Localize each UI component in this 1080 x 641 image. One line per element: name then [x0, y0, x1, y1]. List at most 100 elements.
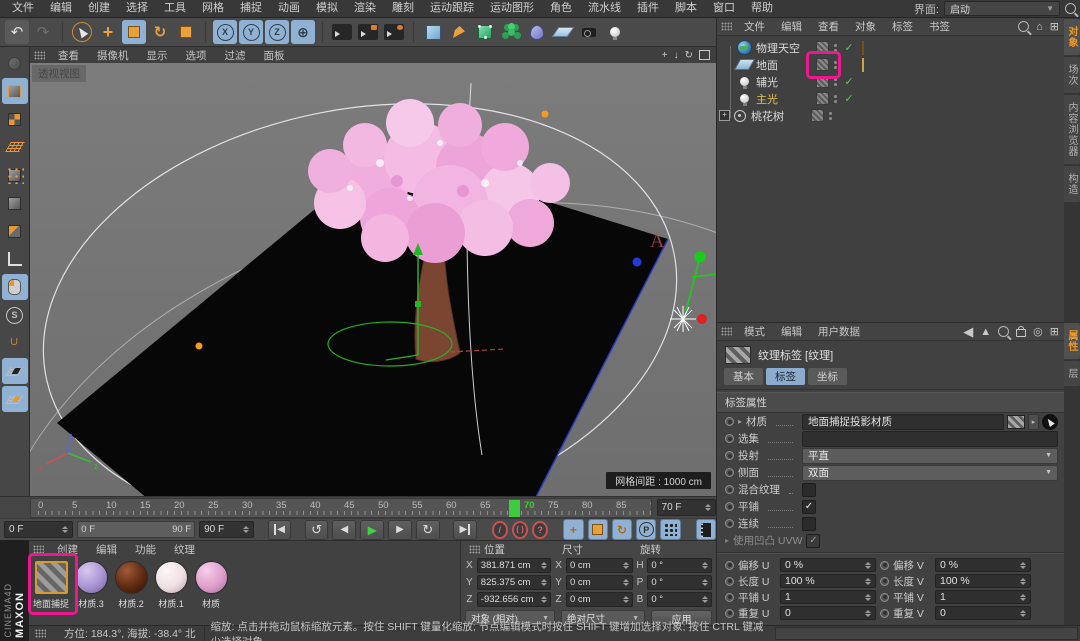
rotate-tool[interactable]: ↻ — [148, 20, 172, 44]
keyframe-radio-icon[interactable] — [880, 609, 889, 618]
panel-grip[interactable] — [35, 629, 46, 638]
add-camera-button[interactable] — [577, 20, 601, 44]
points-mode-button[interactable] — [2, 162, 28, 188]
keyframe-radio-icon[interactable] — [880, 593, 889, 602]
parent-up-icon[interactable]: ▲ — [980, 326, 991, 338]
visibility-dots-icon[interactable] — [834, 44, 837, 52]
tag-properties-section-header[interactable]: 标签属性 — [717, 392, 1064, 413]
object-row-physical-sky[interactable]: 物理天空 ✓ — [717, 39, 1064, 56]
om-menu-tags[interactable]: 标签 — [884, 19, 921, 34]
record-pla-toggle[interactable] — [660, 519, 680, 540]
material-menu-texture[interactable]: 纹理 — [165, 542, 204, 557]
add-generator-button[interactable] — [473, 20, 497, 44]
viewport-dolly-icon[interactable]: ↓ — [674, 50, 679, 61]
current-frame-field[interactable]: 70 F — [657, 499, 716, 516]
layer-square-icon[interactable] — [816, 58, 829, 71]
enabled-check-icon[interactable]: ✓ — [843, 75, 855, 88]
viewport-menu-panel[interactable]: 面板 — [255, 48, 294, 63]
end-frame-field[interactable]: 90 F — [199, 521, 254, 538]
length-u-field[interactable]: 100 % — [780, 574, 876, 588]
panel-grip[interactable] — [721, 22, 732, 31]
view-label[interactable]: 透视视图 — [32, 65, 86, 82]
menu-help[interactable]: 帮助 — [743, 0, 781, 17]
enable-axis-button[interactable] — [2, 246, 28, 272]
tab-attributes[interactable]: 属性 — [1064, 323, 1080, 359]
add-light-button[interactable] — [603, 20, 627, 44]
make-preview-button[interactable] — [696, 519, 716, 540]
next-frame-button[interactable]: ▶ — [388, 520, 412, 540]
interface-dropdown[interactable]: 启动 ▼ — [944, 1, 1060, 16]
go-to-end-button[interactable]: ▶ — [453, 520, 477, 540]
rot-h-field[interactable]: 0 ° — [647, 558, 712, 573]
tab-tag[interactable]: 标签 — [766, 368, 805, 385]
menu-file[interactable]: 文件 — [4, 0, 42, 17]
keyframe-radio-icon[interactable] — [725, 485, 734, 494]
repeat-v-field[interactable]: 0 — [935, 606, 1031, 620]
pos-y-field[interactable]: 825.375 cm — [477, 575, 551, 590]
tab-coordinates[interactable]: 坐标 — [808, 368, 847, 385]
repeat-u-field[interactable]: 0 — [780, 606, 876, 620]
om-menu-objects[interactable]: 对象 — [847, 19, 884, 34]
add-tab-icon[interactable]: ⊞ — [1050, 325, 1059, 338]
material-swatch-sphere[interactable] — [195, 561, 228, 594]
panel-grip[interactable] — [33, 545, 44, 554]
menu-simulate[interactable]: 模拟 — [308, 0, 346, 17]
sky-texture-tag-icon[interactable] — [862, 42, 864, 54]
panel-grip[interactable] — [721, 327, 732, 336]
keyframe-radio-icon[interactable] — [725, 577, 734, 586]
lock-z-axis-button[interactable]: Z — [265, 20, 289, 44]
pos-z-field[interactable]: -932.656 cm — [477, 592, 551, 607]
keyframe-radio-icon[interactable] — [880, 577, 889, 586]
record-parameter-toggle[interactable]: P — [636, 519, 656, 540]
keyframe-radio-icon[interactable] — [725, 502, 734, 511]
menu-plugins[interactable]: 插件 — [629, 0, 667, 17]
material-swatch-sphere[interactable] — [75, 561, 108, 594]
attr-menu-mode[interactable]: 模式 — [736, 324, 773, 339]
object-row-key-light[interactable]: 主光 ✓ — [717, 90, 1064, 107]
tiles-v-field[interactable]: 1 — [935, 590, 1031, 604]
keyframe-radio-icon[interactable] — [725, 609, 734, 618]
menu-pipeline[interactable]: 流水线 — [580, 0, 629, 17]
add-tab-icon[interactable]: ⊞ — [1050, 20, 1059, 33]
undo-button[interactable]: ↶ — [5, 20, 29, 44]
object-name[interactable]: 地面 — [756, 57, 808, 73]
tab-takes[interactable]: 场次 — [1064, 57, 1080, 93]
last-tool[interactable] — [174, 20, 198, 44]
tab-content-browser[interactable]: 内容浏览器 — [1064, 95, 1080, 164]
history-back-icon[interactable]: ◀ — [963, 324, 973, 340]
lock-workplane-button[interactable] — [2, 358, 28, 384]
keyframe-radio-icon[interactable] — [880, 561, 889, 570]
viewport-solo-button[interactable] — [2, 274, 28, 300]
loop-playback-button[interactable]: ↻ — [416, 520, 440, 540]
enable-snap-button[interactable]: ∩ — [2, 330, 28, 356]
menu-mograph[interactable]: 运动图形 — [482, 0, 542, 17]
visibility-dots-icon[interactable] — [834, 95, 837, 103]
menu-sculpt[interactable]: 雕刻 — [384, 0, 422, 17]
layer-square-icon[interactable] — [816, 92, 829, 105]
pos-x-field[interactable]: 381.871 cm — [477, 558, 551, 573]
go-to-start-button[interactable]: ◀ — [268, 520, 292, 540]
timeline-ruler[interactable]: 0 5 10 15 20 25 30 35 40 45 50 55 60 65 … — [30, 498, 652, 518]
material-item[interactable]: 材质.3 — [73, 561, 109, 610]
menu-select[interactable]: 选择 — [118, 0, 156, 17]
visibility-dots-icon[interactable] — [834, 61, 837, 69]
om-menu-bookmarks[interactable]: 书签 — [921, 19, 958, 34]
play-button[interactable]: ▶ — [360, 520, 384, 540]
size-y-field[interactable]: 0 cm — [566, 575, 633, 590]
attr-menu-user-data[interactable]: 用户数据 — [810, 324, 868, 339]
move-tool[interactable]: + — [96, 20, 120, 44]
tiles-u-field[interactable]: 1 — [780, 590, 876, 604]
visibility-dots-icon[interactable] — [834, 78, 837, 86]
home-icon[interactable]: ⌂ — [1036, 21, 1043, 33]
om-menu-view[interactable]: 查看 — [810, 19, 847, 34]
material-link-field[interactable]: 地面捕捉投影材质 — [802, 414, 1004, 430]
coordinate-system-button[interactable]: ⊕ — [291, 20, 315, 44]
convert-tool-button[interactable] — [2, 50, 28, 76]
layer-square-icon[interactable] — [816, 41, 829, 54]
frame-range-slider[interactable]: 0 F 90 F — [77, 521, 195, 538]
keyframe-radio-icon[interactable] — [725, 561, 734, 570]
rot-b-field[interactable]: 0 ° — [647, 592, 712, 607]
material-menu-function[interactable]: 功能 — [126, 542, 165, 557]
rot-p-field[interactable]: 0 ° — [647, 575, 712, 590]
menu-create[interactable]: 创建 — [80, 0, 118, 17]
